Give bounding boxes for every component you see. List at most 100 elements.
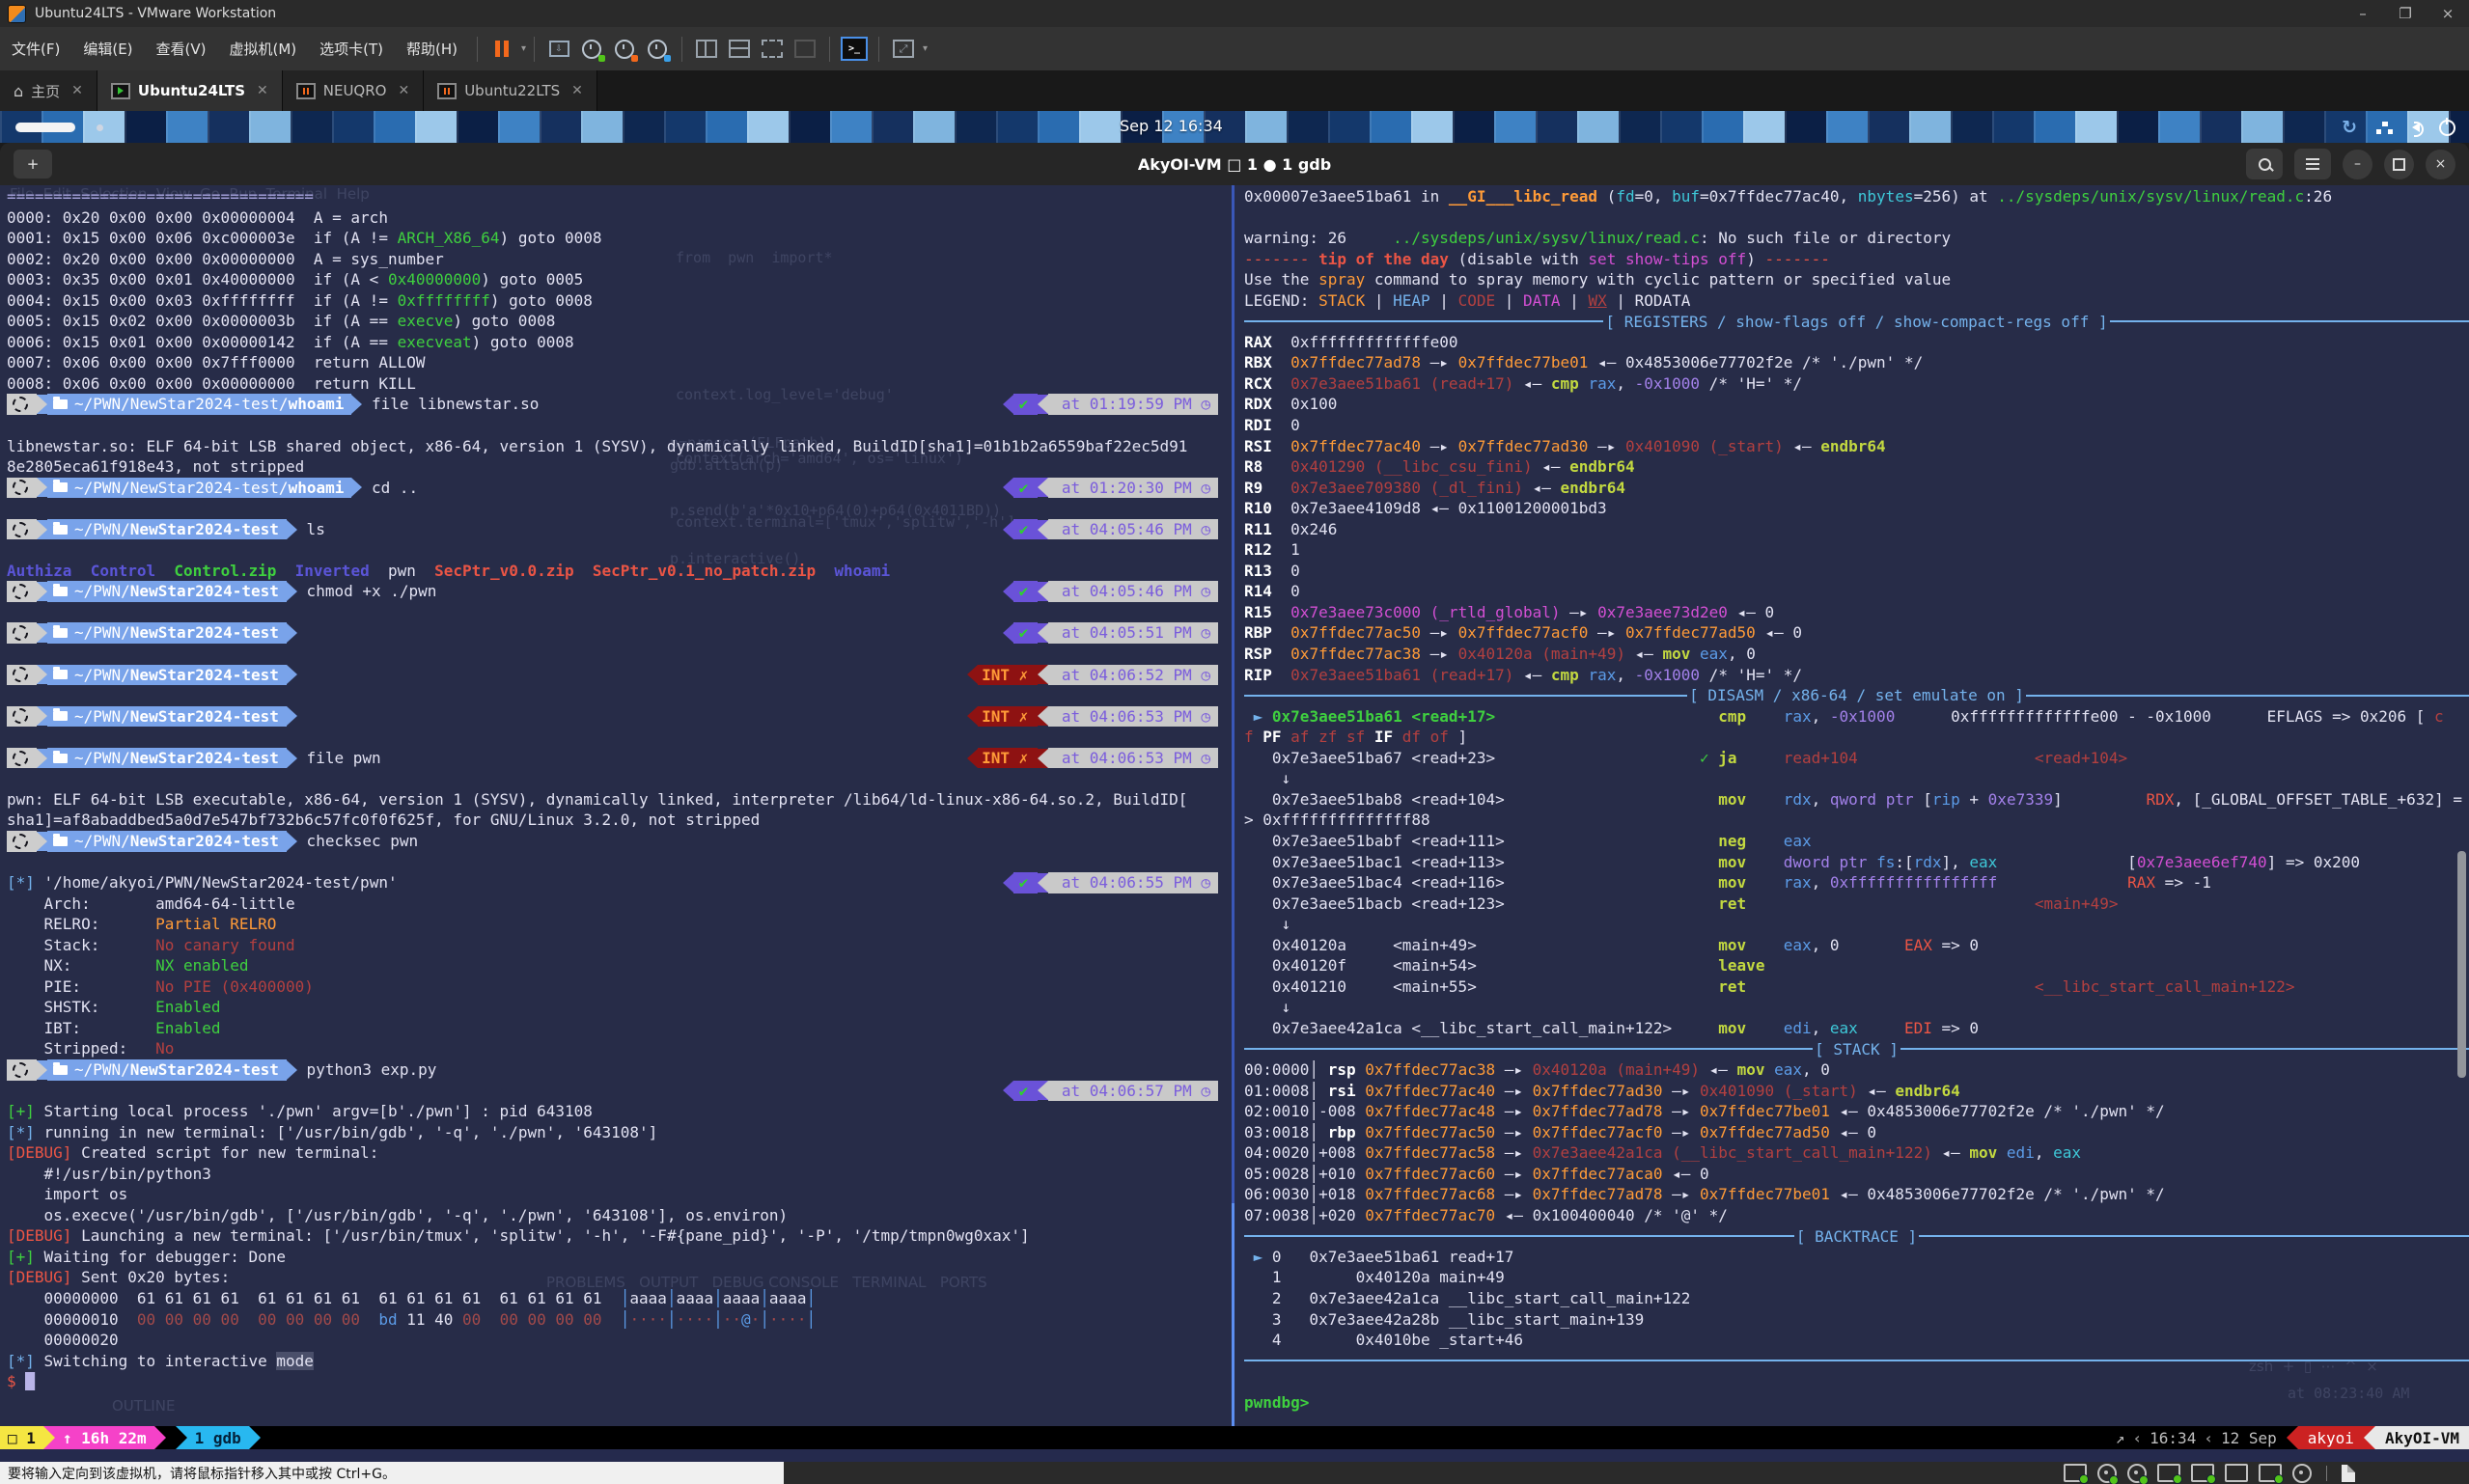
terminal-line: 00000020 bbox=[7, 1330, 1232, 1351]
pause-dropdown-caret-icon[interactable]: ▾ bbox=[521, 43, 526, 54]
fullscreen-guest-button[interactable] bbox=[758, 36, 787, 63]
tab-close-icon[interactable]: ✕ bbox=[571, 83, 583, 98]
vm-paused-icon bbox=[437, 83, 457, 99]
tmux-left-pane-shell[interactable]: =================================0000: 0… bbox=[0, 185, 1232, 1426]
manage-snapshots-button[interactable] bbox=[643, 36, 672, 63]
tmux-right-pane-gdb[interactable]: 0x00007e3aee51ba61 in __GI___libc_read (… bbox=[1240, 185, 2469, 1426]
terminal-line: ~/PWN/NewStar2024-test/whoami cd ..✔ at … bbox=[7, 478, 1232, 499]
scrollbar-thumb[interactable] bbox=[2457, 851, 2466, 1078]
updates-icon[interactable]: ↻ bbox=[2342, 117, 2357, 138]
fit-dropdown-caret-icon[interactable]: ▾ bbox=[923, 43, 928, 54]
tab-close-icon[interactable]: ✕ bbox=[71, 83, 83, 98]
fit-guest-button[interactable]: ⤢ bbox=[889, 36, 918, 63]
terminal-titlebar: + AkyOI-VM □ 1 ● 1 gdb – × bbox=[0, 143, 2469, 185]
terminal-line: import os bbox=[7, 1184, 1232, 1205]
floppy-device-icon[interactable] bbox=[2157, 1464, 2180, 1482]
command-interrupted-badge: INT ✗ at 04:06:52 PM ◷ bbox=[967, 665, 1218, 686]
take-snapshot-button[interactable] bbox=[577, 36, 606, 63]
terminal-line: Stack: No canary found bbox=[7, 935, 1232, 956]
terminal-line: RCX 0x7e3aee51ba61 (read+17) ◂— cmp rax,… bbox=[1244, 373, 2469, 395]
window-close-button[interactable]: × bbox=[2427, 5, 2469, 22]
usb-device-icon[interactable] bbox=[2292, 1464, 2312, 1483]
terminal-line: RIP 0x7e3aee51ba61 (read+17) ◂— cmp rax,… bbox=[1244, 665, 2469, 686]
section-rule bbox=[1244, 1351, 2469, 1372]
command-ok-badge: ✔ at 04:06:57 PM ◷ bbox=[1003, 1081, 1218, 1102]
tab-close-icon[interactable]: ✕ bbox=[398, 83, 409, 98]
cdrom-device-icon[interactable] bbox=[2097, 1464, 2117, 1483]
shell-prompt: ~/PWN/NewStar2024-test/whoami bbox=[7, 394, 362, 415]
console-view-button-active[interactable]: >_ bbox=[840, 36, 869, 63]
menu-虚拟机M[interactable]: 虚拟机(M) bbox=[218, 39, 309, 59]
tab-Ubuntu24LTS[interactable]: Ubuntu24LTS✕ bbox=[97, 70, 283, 111]
power-icon[interactable] bbox=[2439, 120, 2455, 136]
send-ctrl-alt-del-button[interactable]: ⇩ bbox=[544, 36, 573, 63]
workspace-dot bbox=[97, 124, 103, 131]
menu-帮助H[interactable]: 帮助(H) bbox=[395, 39, 469, 59]
vmware-status-bar: 要将输入定向到该虚拟机，请将鼠标指针移入其中或按 Ctrl+G。 bbox=[0, 1462, 2469, 1484]
powerline-arrow bbox=[154, 1426, 166, 1449]
menu-选项卡T[interactable]: 选项卡(T) bbox=[308, 39, 395, 59]
toolbar-separator bbox=[534, 37, 535, 62]
terminal-line: warning: 26 ../sysdeps/unix/sysv/linux/r… bbox=[1244, 228, 2469, 249]
tmux-hostname: AkyOI-VM bbox=[2375, 1426, 2469, 1449]
section-label: [ BACKTRACE ] bbox=[1794, 1227, 1919, 1246]
terminal-line: [+] Starting local process './pwn' argv=… bbox=[7, 1101, 1232, 1122]
home-icon: ⌂ bbox=[14, 82, 23, 100]
command-text bbox=[297, 666, 307, 684]
terminal-line: RBX 0x7ffdec77ad78 —▸ 0x7ffdec77be01 ◂— … bbox=[1244, 352, 2469, 373]
cdrom2-device-icon[interactable] bbox=[2127, 1464, 2147, 1483]
tmux-active-window[interactable]: 1 gdb bbox=[187, 1426, 249, 1449]
vmware-workstation-window: Ubuntu24LTS - VMware Workstation – ❐ × 文… bbox=[0, 0, 2469, 1484]
tab-close-icon[interactable]: ✕ bbox=[257, 83, 268, 98]
prompt-status-icon bbox=[13, 625, 28, 641]
terminal-line: NX: NX enabled bbox=[7, 955, 1232, 976]
menu-查看V[interactable]: 查看(V) bbox=[145, 39, 218, 59]
search-button[interactable] bbox=[2246, 149, 2283, 179]
folder-icon bbox=[53, 1065, 68, 1075]
terminal-maximize-button[interactable] bbox=[2384, 150, 2414, 179]
new-tab-button[interactable]: + bbox=[14, 150, 52, 179]
tmux-pane-divider-active bbox=[1232, 1203, 1234, 1426]
terminal-close-button[interactable]: × bbox=[2426, 150, 2455, 179]
revert-snapshot-button[interactable] bbox=[610, 36, 639, 63]
pause-vm-button[interactable] bbox=[487, 36, 516, 63]
terminal-line: Use the spray command to spray memory wi… bbox=[1244, 269, 2469, 290]
activities-pill[interactable] bbox=[15, 123, 75, 132]
window-minimize-button[interactable]: – bbox=[2342, 5, 2384, 22]
message-log-icon[interactable] bbox=[2342, 1465, 2355, 1482]
prompt-status-icon bbox=[13, 584, 28, 599]
menu-文件F[interactable]: 文件(F) bbox=[0, 39, 71, 59]
folder-icon bbox=[53, 482, 68, 492]
tab-主页[interactable]: ⌂主页✕ bbox=[0, 70, 97, 111]
terminal-minimize-button[interactable]: – bbox=[2343, 150, 2372, 179]
folder-icon bbox=[53, 670, 68, 679]
terminal-line: RBP 0x7ffdec77ac50 —▸ 0x7ffdec77acf0 —▸ … bbox=[1244, 622, 2469, 644]
show-library-button[interactable] bbox=[692, 36, 721, 63]
window-maximize-button[interactable]: ❐ bbox=[2384, 5, 2427, 22]
tmux-window-index[interactable]: □ 1 bbox=[0, 1426, 43, 1449]
sound-device-icon[interactable] bbox=[2259, 1464, 2282, 1482]
terminal-line: 0007: 0x06 0x00 0x00 0x7fff0000 return A… bbox=[7, 352, 1232, 373]
network-icon[interactable] bbox=[2376, 122, 2393, 134]
command-text: cd .. bbox=[362, 479, 418, 497]
network-adapter-icon[interactable] bbox=[2191, 1464, 2214, 1482]
terminal-line: 0x7e3aee42a1ca <__libc_start_call_main+1… bbox=[1244, 1018, 2469, 1039]
terminal-line: [DEBUG] Sent 0x20 bytes: bbox=[7, 1267, 1232, 1288]
menu-编辑E[interactable]: 编辑(E) bbox=[71, 39, 144, 59]
tab-NEUQRO[interactable]: NEUQRO✕ bbox=[283, 70, 424, 111]
terminal-line bbox=[1244, 1371, 2469, 1392]
menu-button[interactable] bbox=[2294, 149, 2331, 179]
printer-device-icon[interactable] bbox=[2225, 1464, 2248, 1482]
gnome-clock[interactable]: Sep 12 16:34 bbox=[1120, 117, 1223, 135]
terminal-line: 8e2805eca61f918e43, not stripped bbox=[7, 456, 1232, 478]
prompt-status-icon bbox=[13, 480, 28, 495]
volume-icon[interactable] bbox=[2412, 123, 2420, 132]
tab-Ubuntu22LTS[interactable]: Ubuntu22LTS✕ bbox=[424, 70, 597, 111]
tmux-chevron-icon: ‹ bbox=[2133, 1429, 2143, 1447]
show-thumbnail-bar-button[interactable] bbox=[725, 36, 754, 63]
harddisk-device-icon[interactable] bbox=[2064, 1464, 2087, 1482]
terminal-line: 00:0000│ rsp 0x7ffdec77ac38 —▸ 0x40120a … bbox=[1244, 1059, 2469, 1081]
shell-prompt: ~/PWN/NewStar2024-test bbox=[7, 665, 297, 686]
terminal-line: IBT: Enabled bbox=[7, 1018, 1232, 1039]
terminal-line: f PF af zf sf IF df of ] bbox=[1244, 727, 2469, 748]
